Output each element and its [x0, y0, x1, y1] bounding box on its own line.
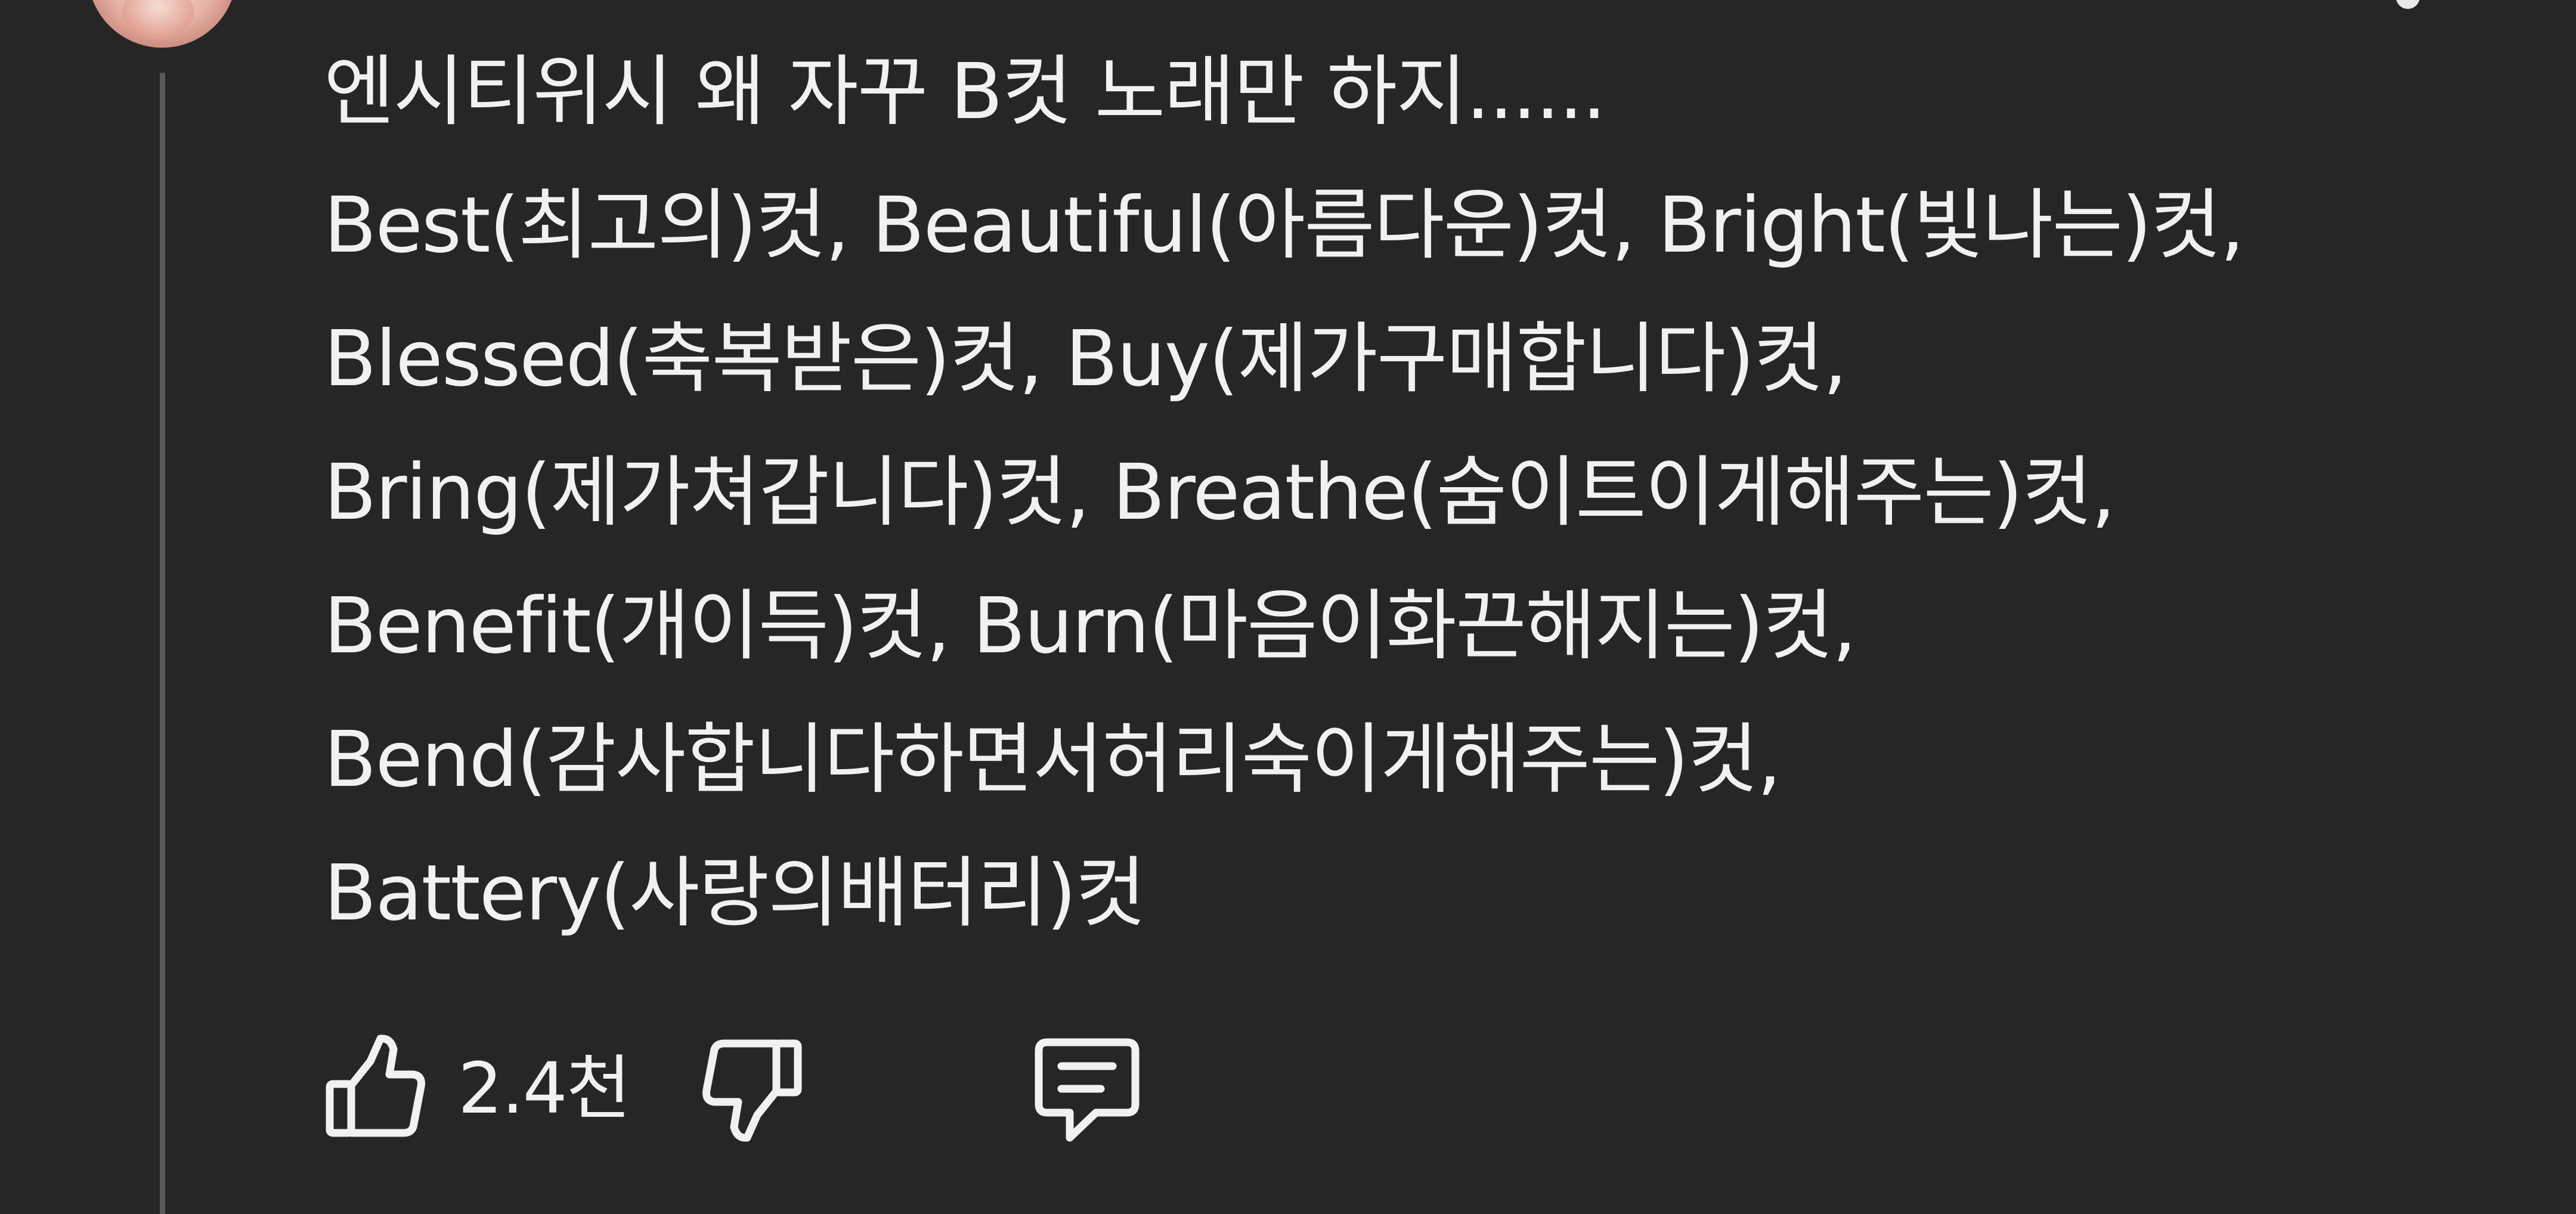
more-options-icon[interactable]	[2396, 0, 2420, 9]
thumbs-down-icon	[702, 1039, 802, 1142]
comment-line-7: Battery(사랑의배터리)컷	[324, 848, 1146, 938]
thread-line	[160, 73, 165, 1214]
thumbs-up-icon	[326, 1035, 425, 1137]
comment-line-1: 엔시티위시 왜 자꾸 B컷 노래만 하지......	[324, 47, 1606, 137]
comment-text: 엔시티위시 왜 자꾸 B컷 노래만 하지...... Best(최고의)컷, B…	[324, 25, 2411, 960]
comment-line-5: Benefit(개이득)컷, Burn(마음이화끈해지는)컷,	[324, 581, 1857, 671]
comment-icon	[1035, 1038, 1140, 1142]
comment-line-4: Bring(제가쳐갑니다)컷, Breathe(숨이트이게해주는)컷,	[324, 448, 2116, 537]
dislike-button[interactable]	[699, 1032, 804, 1145]
comment-line-6: Bend(감사합니다하면서허리숙이게해주는)컷,	[324, 715, 1782, 804]
comment-actions: 2.4천	[324, 1032, 1278, 1145]
reply-button[interactable]	[1030, 1032, 1144, 1145]
like-button[interactable]	[324, 1032, 428, 1145]
avatar[interactable]	[88, 0, 237, 48]
comment-line-3: Blessed(축복받은)컷, Buy(제가구매합니다)컷,	[324, 314, 1847, 404]
comment-line-2: Best(최고의)컷, Beautiful(아름다운)컷, Bright(빛나는…	[324, 181, 2244, 270]
like-count: 2.4천	[458, 1047, 631, 1129]
avatar-image	[122, 0, 194, 39]
